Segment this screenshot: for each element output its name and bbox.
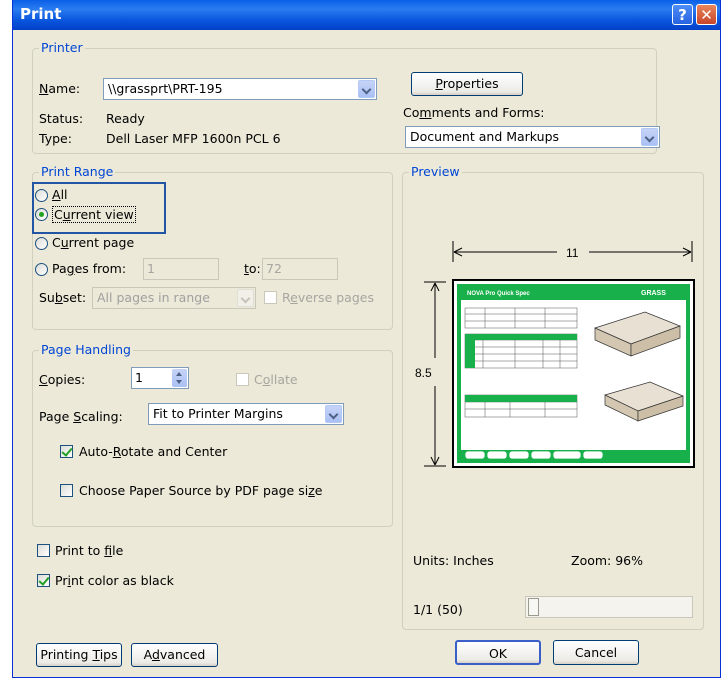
zoom-label: Zoom: 96%	[571, 553, 644, 568]
page-slider[interactable]	[525, 596, 693, 618]
status-label: Status:	[39, 111, 84, 126]
units-label: Units: Inches	[413, 553, 494, 568]
preview-legend: Preview	[409, 164, 462, 179]
range-current-view-radio[interactable]	[35, 208, 48, 221]
pages-to-field[interactable]: 72	[262, 258, 338, 280]
subset-value: All pages in range	[97, 290, 210, 305]
copies-stepper[interactable]: 1	[131, 367, 189, 389]
range-all-radio[interactable]	[35, 189, 48, 202]
print-to-file-label[interactable]: Print to file	[55, 543, 123, 558]
page-scaling-label: Page Scaling:	[39, 409, 123, 424]
subset-select[interactable]: All pages in range	[92, 287, 256, 309]
print-color-black-label[interactable]: Print color as black	[55, 573, 174, 588]
printing-tips-button[interactable]: Printing Tips	[36, 643, 122, 667]
subset-label: Subset:	[39, 290, 87, 305]
preview-page-title: NOVA Pro Quick Spec	[467, 291, 530, 297]
type-label: Type:	[39, 131, 72, 146]
printer-name-label: Name:	[39, 81, 81, 96]
advanced-button[interactable]: Advanced	[131, 643, 218, 667]
choose-paper-source-checkbox[interactable]	[60, 484, 73, 497]
preview-width-label: 11	[566, 246, 579, 260]
range-all-label[interactable]: All	[52, 187, 68, 202]
chevron-down-icon[interactable]	[237, 289, 254, 307]
page-handling-legend: Page Handling	[39, 342, 133, 357]
comments-select[interactable]: Document and Markups	[405, 126, 660, 148]
help-icon[interactable]: ?	[672, 4, 693, 25]
comments-value: Document and Markups	[410, 129, 560, 144]
chevron-down-icon[interactable]	[325, 405, 342, 423]
dialog-title: Print	[20, 5, 62, 23]
range-pages-label[interactable]: Pages from:	[52, 261, 126, 276]
page-handling-group: Page Handling	[32, 343, 393, 527]
page-counter: 1/1 (50)	[413, 602, 463, 617]
range-current-page-radio[interactable]	[35, 237, 48, 250]
range-current-view-label[interactable]: Current view	[52, 206, 136, 223]
auto-rotate-checkbox[interactable]	[60, 445, 73, 458]
page-scaling-value: Fit to Printer Margins	[153, 406, 283, 421]
print-color-black-checkbox[interactable]	[37, 574, 50, 587]
collate-label[interactable]: Collate	[254, 372, 298, 387]
preview-page-brand: GRASS	[641, 290, 666, 297]
choose-paper-source-label[interactable]: Choose Paper Source by PDF page size	[79, 483, 322, 498]
properties-button[interactable]: Properties	[411, 72, 523, 96]
collate-checkbox[interactable]	[236, 373, 249, 386]
range-current-page-label[interactable]: Current page	[52, 235, 134, 250]
ok-button[interactable]: OK	[455, 640, 541, 665]
printer-name-select[interactable]: \\grassprt\PRT-195	[103, 78, 377, 100]
auto-rotate-label[interactable]: Auto-Rotate and Center	[79, 444, 227, 459]
status-value: Ready	[106, 111, 145, 126]
reverse-pages-checkbox[interactable]	[264, 291, 277, 304]
cancel-button[interactable]: Cancel	[553, 640, 639, 665]
copies-label: Copies:	[39, 372, 86, 387]
printer-legend: Printer	[39, 40, 85, 55]
print-to-file-checkbox[interactable]	[37, 544, 50, 557]
print-range-legend: Print Range	[39, 164, 116, 179]
print-dialog: Print ? ✕ Printer Name: \\grassprt\PRT-1…	[12, 0, 721, 678]
printer-name-value: \\grassprt\PRT-195	[108, 81, 223, 96]
pages-from-field[interactable]: 1	[143, 258, 219, 280]
title-bar[interactable]: Print ? ✕	[13, 0, 720, 30]
copies-value: 1	[135, 370, 143, 385]
pages-to-label: to:	[244, 261, 261, 276]
chevron-down-icon[interactable]	[358, 80, 375, 98]
slider-thumb[interactable]	[528, 598, 539, 616]
range-pages-radio[interactable]	[35, 263, 48, 276]
spinner-arrows-icon[interactable]	[172, 369, 187, 387]
page-scaling-select[interactable]: Fit to Printer Margins	[148, 403, 344, 425]
comments-label: Comments and Forms:	[403, 105, 545, 120]
preview-canvas: 11 8.5 NOVA Pro Quick Spec GRASS	[415, 241, 695, 468]
type-value: Dell Laser MFP 1600n PCL 6	[106, 131, 281, 146]
reverse-pages-label[interactable]: Reverse pages	[282, 290, 374, 305]
preview-height-label: 8.5	[415, 366, 432, 380]
close-icon[interactable]: ✕	[696, 4, 717, 25]
chevron-down-icon[interactable]	[641, 128, 658, 146]
